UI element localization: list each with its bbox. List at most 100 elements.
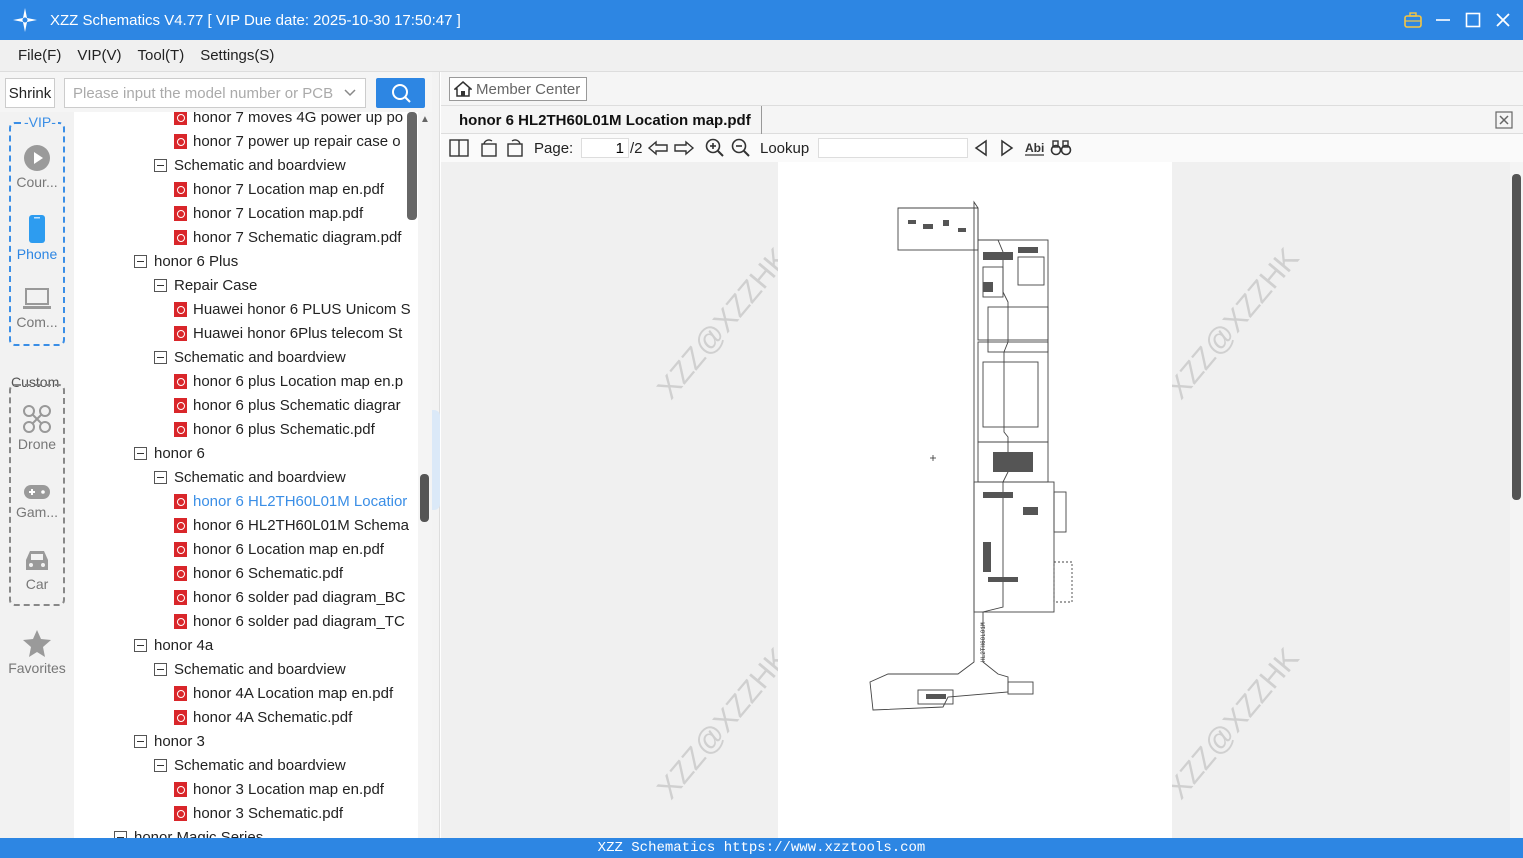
collapse-icon[interactable] <box>154 758 167 772</box>
search-input[interactable] <box>73 84 333 102</box>
tree-item-label: honor 6 solder pad diagram_BC <box>193 588 406 606</box>
sidebar-toggle-icon[interactable] <box>449 138 469 158</box>
tree-folder-item[interactable]: honor Magic Series <box>114 825 263 838</box>
tree-file-item[interactable]: Huawei honor 6Plus telecom St <box>174 321 402 345</box>
sidebar-item-courses[interactable]: Cour... <box>0 144 74 190</box>
viewer-scrollbar[interactable] <box>1510 162 1523 838</box>
tree-scroll-thumb[interactable] <box>420 474 429 522</box>
tree-file-item[interactable]: honor 6 plus Schematic.pdf <box>174 417 375 441</box>
next-page-icon[interactable] <box>673 138 695 158</box>
pdf-file-icon <box>174 781 187 797</box>
drone-icon <box>23 405 51 433</box>
member-center-button[interactable]: Member Center <box>449 77 588 101</box>
tree-file-item[interactable]: Huawei honor 6 PLUS Unicom S <box>174 297 411 321</box>
shrink-button[interactable]: Shrink <box>5 78 55 108</box>
tree-folder-item[interactable]: honor 6 Plus <box>134 249 238 273</box>
tree-inner-scrollbar[interactable] <box>407 112 417 220</box>
tree-file-item[interactable]: honor 7 Schematic diagram.pdf <box>174 225 401 249</box>
star-icon <box>23 630 51 657</box>
tree-file-item[interactable]: honor 6 HL2TH60L01M Schema <box>174 513 409 537</box>
collapse-handle[interactable] <box>432 410 440 510</box>
previous-page-icon[interactable] <box>647 138 669 158</box>
tree-file-item[interactable]: honor 7 power up repair case o <box>174 129 401 153</box>
menu-settings[interactable]: Settings(S) <box>200 47 274 64</box>
close-tab-icon[interactable] <box>1495 111 1513 133</box>
collapse-icon[interactable] <box>134 254 147 268</box>
tree-file-item[interactable]: honor 4A Schematic.pdf <box>174 705 352 729</box>
tree-file-item[interactable]: honor 7 Location map en.pdf <box>174 177 384 201</box>
chevron-down-icon[interactable] <box>343 85 357 103</box>
tree-folder-item[interactable]: honor 6 <box>134 441 205 465</box>
pdf-viewer[interactable]: XZZ@XZZHK XZZ@XZZHK XZZ@XZZHK XZZ@XZZHK <box>441 162 1510 838</box>
tree-item-label: honor 6 Plus <box>154 252 239 270</box>
tree-item-label: honor 6 Schematic.pdf <box>193 564 344 582</box>
briefcase-icon[interactable] <box>1403 10 1423 30</box>
find-previous-icon[interactable] <box>973 138 989 158</box>
tree-folder-item[interactable]: honor 4a <box>134 633 213 657</box>
collapse-icon[interactable] <box>154 278 167 292</box>
rotate-left-icon[interactable] <box>479 138 499 158</box>
tree-file-item[interactable]: honor 6 Schematic.pdf <box>174 561 343 585</box>
tree-file-item[interactable]: honor 6 Location map en.pdf <box>174 537 384 561</box>
tree-file-item[interactable]: honor 3 Schematic.pdf <box>174 801 343 825</box>
tree-scrollbar[interactable]: ▲ <box>418 112 432 838</box>
page-total: /2 <box>630 139 643 157</box>
tree-file-item[interactable]: honor 4A Location map en.pdf <box>174 681 393 705</box>
menu-tool[interactable]: Tool(T) <box>138 47 185 64</box>
menu-vip[interactable]: VIP(V) <box>77 47 121 64</box>
tree-file-item[interactable]: honor 6 plus Location map en.p <box>174 369 403 393</box>
panel-splitter[interactable] <box>432 72 440 838</box>
pdf-file-icon <box>174 205 187 221</box>
menu-file[interactable]: File(F) <box>18 47 61 64</box>
collapse-icon[interactable] <box>154 470 167 484</box>
pdf-file-icon <box>174 229 187 245</box>
tree-file-item[interactable]: honor 7 Location map.pdf <box>174 201 363 225</box>
maximize-button[interactable] <box>1463 10 1483 30</box>
page-number-input[interactable] <box>581 138 629 158</box>
collapse-icon[interactable] <box>154 350 167 364</box>
lookup-input[interactable] <box>818 138 968 158</box>
board-label: HL2TH60L01M <box>980 622 987 662</box>
find-next-icon[interactable] <box>999 138 1015 158</box>
collapse-icon[interactable] <box>134 446 147 460</box>
tree-folder-item[interactable]: Schematic and boardview <box>154 753 346 777</box>
tree-file-item[interactable]: honor 6 solder pad diagram_BC <box>174 585 406 609</box>
zoom-out-icon[interactable] <box>731 138 751 158</box>
tab-document[interactable]: honor 6 HL2TH60L01M Location map.pdf <box>449 106 762 134</box>
tree-folder-item[interactable]: Schematic and boardview <box>154 153 346 177</box>
collapse-icon[interactable] <box>134 734 147 748</box>
viewer-scroll-thumb[interactable] <box>1512 174 1521 500</box>
member-row: Member Center <box>441 72 1523 106</box>
close-button[interactable] <box>1493 10 1513 30</box>
rotate-right-icon[interactable] <box>505 138 525 158</box>
match-case-icon[interactable]: Abi <box>1024 138 1046 158</box>
tree-folder-item[interactable]: Schematic and boardview <box>154 657 346 681</box>
minimize-button[interactable] <box>1433 10 1453 30</box>
collapse-icon[interactable] <box>154 158 167 172</box>
sidebar-item-game[interactable]: Gam... <box>0 482 74 520</box>
sidebar-item-drone[interactable]: Drone <box>0 404 74 452</box>
tree-folder-item[interactable]: Schematic and boardview <box>154 465 346 489</box>
pdf-file-icon <box>174 541 187 557</box>
sidebar-item-car[interactable]: Car <box>0 546 74 592</box>
zoom-in-icon[interactable] <box>705 138 725 158</box>
tree-file-item[interactable]: honor 6 plus Schematic diagrar <box>174 393 401 417</box>
scroll-up-icon[interactable]: ▲ <box>420 114 430 125</box>
tree-file-item[interactable]: honor 7 moves 4G power up po <box>174 112 403 129</box>
tree-folder-item[interactable]: honor 3 <box>134 729 205 753</box>
collapse-icon[interactable] <box>134 638 147 652</box>
collapse-icon[interactable] <box>154 662 167 676</box>
search-icon <box>391 84 411 103</box>
home-icon <box>454 81 472 97</box>
sidebar-item-favorites[interactable]: Favorites <box>0 628 74 676</box>
tree-folder-item[interactable]: Repair Case <box>154 273 257 297</box>
sidebar-item-computer[interactable]: Com... <box>0 286 74 330</box>
tree-folder-item[interactable]: Schematic and boardview <box>154 345 346 369</box>
tree-file-item[interactable]: honor 6 HL2TH60L01M Locatior <box>174 489 407 513</box>
tree-file-item[interactable]: honor 3 Location map en.pdf <box>174 777 384 801</box>
collapse-icon[interactable] <box>114 830 127 838</box>
tree-file-item[interactable]: honor 6 solder pad diagram_TC <box>174 609 405 633</box>
sidebar-item-phone[interactable]: Phone <box>0 214 74 262</box>
find-all-icon[interactable] <box>1050 138 1072 158</box>
search-button[interactable] <box>376 78 425 108</box>
